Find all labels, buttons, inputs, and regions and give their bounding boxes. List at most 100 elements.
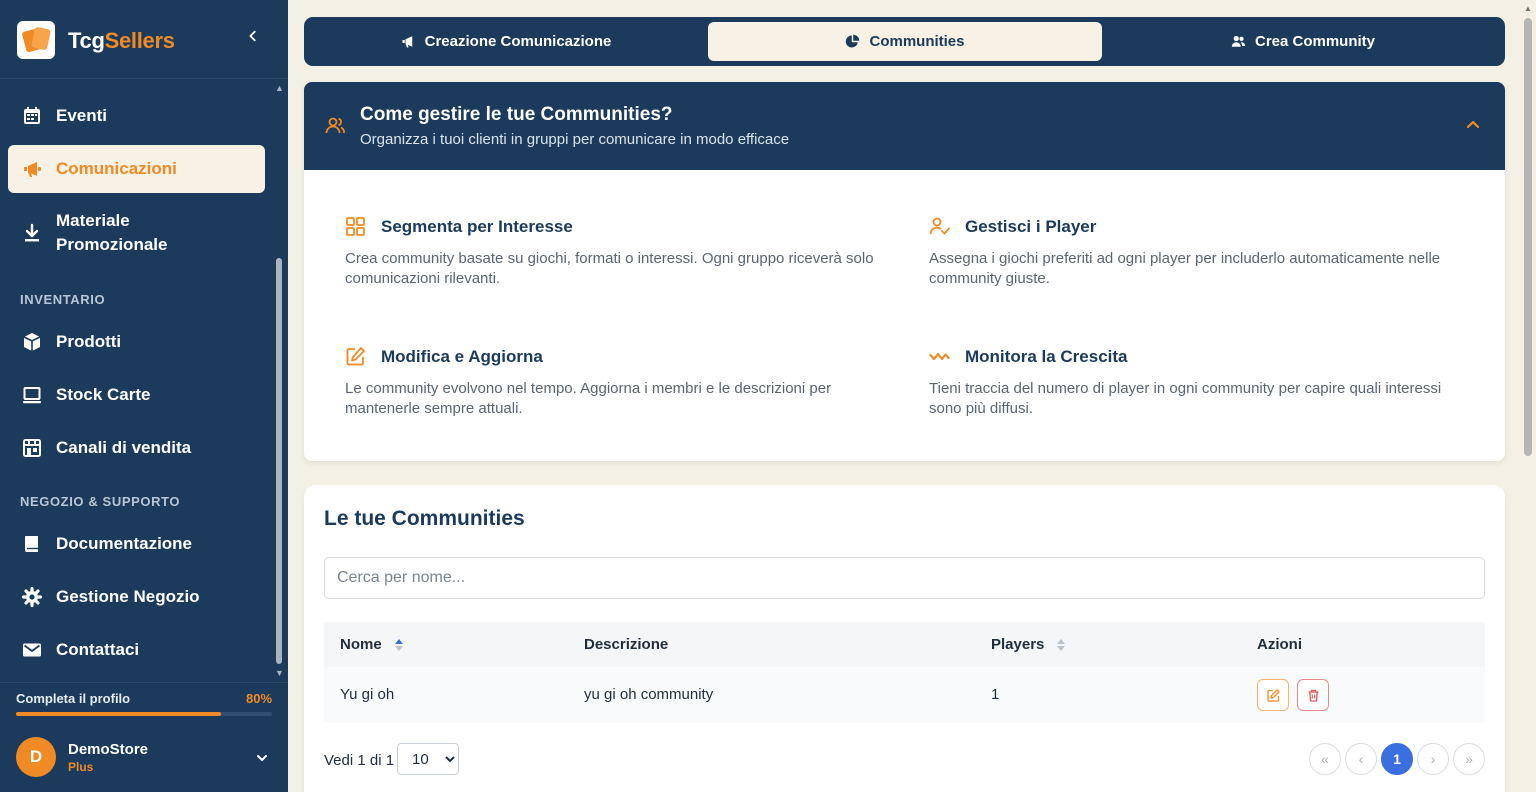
users-icon xyxy=(1231,35,1246,47)
edit-icon xyxy=(346,347,365,366)
page-scrollbar[interactable] xyxy=(1524,18,1532,456)
grid-icon xyxy=(346,217,365,236)
first-page-button[interactable]: « xyxy=(1309,743,1341,775)
book-icon xyxy=(22,534,54,554)
user-check-icon xyxy=(929,217,950,235)
feature-description: Assegna i giochi preferiti ad ogni playe… xyxy=(929,250,1441,287)
sidebar-item-comunicazioni[interactable]: Comunicazioni xyxy=(8,145,265,193)
column-header-azioni: Azioni xyxy=(1257,636,1302,653)
chevron-left-icon[interactable] xyxy=(243,29,263,49)
sidebar-item-documentazione[interactable]: Documentazione xyxy=(8,522,265,566)
sidebar-item-stock-carte[interactable]: Stock Carte xyxy=(8,373,265,417)
sort-icon xyxy=(394,638,403,651)
sidebar-scroll-up[interactable]: ▲ xyxy=(275,83,284,93)
profile-progress-label: Completa il profilo xyxy=(16,691,131,706)
sidebar-item-prodotti[interactable]: Prodotti xyxy=(8,320,265,364)
calendar-icon xyxy=(22,106,54,126)
chevron-up-icon[interactable] xyxy=(1464,116,1482,134)
feature-description: Le community evolvono nel tempo. Aggiorn… xyxy=(345,380,832,417)
section-label-negozio-supporto: NEGOZIO & SUPPORTO xyxy=(20,494,181,509)
mail-icon xyxy=(22,640,54,660)
megaphone-icon xyxy=(22,159,54,179)
profile-progress-value: 80% xyxy=(246,691,273,706)
tab-label: Creazione Comunicazione xyxy=(424,33,612,50)
previous-page-button[interactable]: ‹ xyxy=(1345,743,1377,775)
tab-bar: Creazione Comunicazione Communities Crea… xyxy=(304,17,1505,66)
sidebar-item-label: Eventi xyxy=(56,106,108,125)
sort-icon xyxy=(1057,638,1066,651)
feature-title: Gestisci i Player xyxy=(965,216,1097,236)
feature-description: Crea community basate su giochi, formati… xyxy=(345,250,874,287)
last-page-button[interactable]: » xyxy=(1453,743,1485,775)
column-header-descrizione: Descrizione xyxy=(584,636,669,653)
page-scroll-up[interactable]: ▲ xyxy=(1524,4,1532,13)
megaphone-icon xyxy=(402,36,412,48)
sidebar-item-label: Comunicazioni xyxy=(56,159,177,178)
sidebar-scroll-down[interactable]: ▼ xyxy=(275,668,284,678)
activity-icon xyxy=(929,352,950,361)
table-row: Yu gi oh yu gi oh community 1 xyxy=(324,667,1485,723)
divider xyxy=(0,682,288,683)
sidebar-item-eventi[interactable]: Eventi xyxy=(8,94,265,138)
page-button-current[interactable]: 1 xyxy=(1381,743,1413,775)
delete-button[interactable] xyxy=(1297,679,1329,711)
next-page-button[interactable]: › xyxy=(1417,743,1449,775)
logo-icon xyxy=(17,21,55,59)
store-icon xyxy=(22,438,54,458)
user-name: DemoStore xyxy=(68,741,149,758)
feature-monitora-crescita: Monitora la Crescita Tieni traccia del n… xyxy=(929,346,1469,419)
table-header: Nome Descrizione Players Azioni xyxy=(324,622,1485,667)
tab-communities[interactable]: Communities xyxy=(708,22,1102,61)
sidebar-item-label: Stock Carte xyxy=(56,385,151,404)
feature-title: Modifica e Aggiorna xyxy=(381,346,543,366)
chevron-down-icon[interactable] xyxy=(254,750,270,766)
brand-header: TcgSellers xyxy=(0,0,288,79)
page-size-select[interactable]: 10 xyxy=(397,743,459,775)
edit-button[interactable] xyxy=(1257,679,1289,711)
info-card: Come gestire le tue Communities? Organiz… xyxy=(304,82,1505,461)
user-plan-badge: Plus xyxy=(68,760,94,774)
sidebar-item-gestione-negozio[interactable]: Gestione Negozio xyxy=(8,575,265,619)
column-header-nome[interactable]: Nome xyxy=(340,622,404,667)
edit-icon xyxy=(1266,688,1280,702)
sidebar-item-contattaci[interactable]: Contattaci xyxy=(8,628,265,672)
info-header[interactable]: Come gestire le tue Communities? Organiz… xyxy=(304,82,1505,170)
tab-creazione-comunicazione[interactable]: Creazione Comunicazione xyxy=(309,22,703,61)
sidebar-scrollbar[interactable] xyxy=(276,258,282,664)
cell-descrizione: yu gi oh community xyxy=(584,686,714,703)
feature-description: Tieni traccia del numero di player in og… xyxy=(929,380,1442,417)
avatar[interactable]: D xyxy=(16,737,56,777)
communities-title: Le tue Communities xyxy=(324,507,525,530)
profile-progress-fill xyxy=(16,712,221,716)
cell-players: 1 xyxy=(991,686,1000,703)
trash-icon xyxy=(1308,689,1318,702)
sidebar-item-label: Prodotti xyxy=(56,332,122,351)
download-icon xyxy=(22,223,54,243)
sidebar-item-canali-di-vendita[interactable]: Canali di vendita xyxy=(8,426,265,470)
sidebar-item-label: Gestione Negozio xyxy=(56,587,200,606)
pagination-summary: Vedi 1 di 1 xyxy=(324,752,395,769)
feature-title: Segmenta per Interesse xyxy=(381,216,573,236)
info-title: Come gestire le tue Communities? xyxy=(360,104,673,125)
communities-card: Le tue Communities Nome Descrizione Play… xyxy=(304,485,1505,792)
cell-nome: Yu gi oh xyxy=(340,686,395,703)
section-label-inventario: INVENTARIO xyxy=(20,292,106,307)
tab-crea-community[interactable]: Crea Community xyxy=(1106,22,1500,61)
sidebar-item-label: Documentazione xyxy=(56,534,193,553)
feature-modifica-aggiorna: Modifica e Aggiorna Le community evolvon… xyxy=(345,346,885,419)
tab-label: Crea Community xyxy=(1254,33,1376,50)
profile-progress-bar xyxy=(16,712,272,716)
sidebar-item-label: Contattaci xyxy=(56,640,140,659)
brand-name: TcgSellers xyxy=(68,28,175,53)
sidebar-item-label: Canali di vendita xyxy=(56,438,192,457)
users-icon xyxy=(325,117,345,134)
gear-icon xyxy=(22,587,54,607)
pie-chart-icon xyxy=(846,34,860,48)
column-header-players[interactable]: Players xyxy=(991,622,1066,667)
search-input[interactable] xyxy=(324,557,1485,599)
feature-gestisci-player: Gestisci i Player Assegna i giochi prefe… xyxy=(929,216,1469,289)
tab-label: Communities xyxy=(869,33,965,50)
info-subtitle: Organizza i tuoi clienti in gruppi per c… xyxy=(360,131,790,148)
monitor-icon xyxy=(22,385,54,405)
sidebar-item-materiale-promozionale[interactable]: Materiale Promozionale xyxy=(8,205,265,261)
